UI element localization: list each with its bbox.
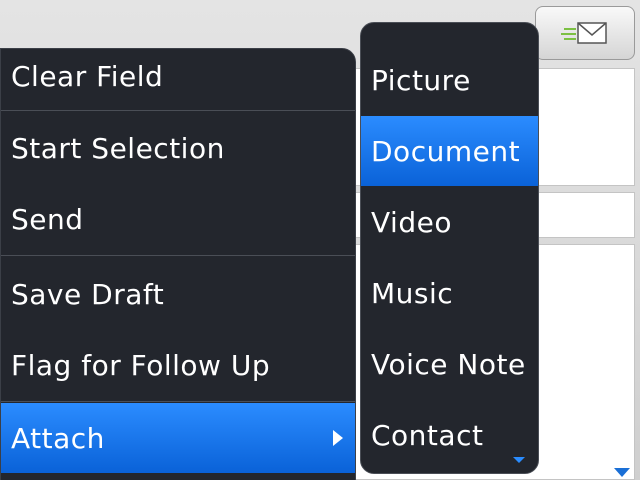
submenu-item-label: Music <box>371 276 454 310</box>
menu-item-label: Start Selection <box>11 131 225 165</box>
menu-divider <box>1 110 355 111</box>
compose-screen: Clear Field Start Selection Send Save Dr… <box>0 0 640 480</box>
menu-item-save-draft[interactable]: Save Draft <box>1 259 355 329</box>
submenu-item-video[interactable]: Video <box>361 187 538 257</box>
attach-submenu: Picture Document Video Music Voice Note … <box>360 22 539 474</box>
menu-item-label: Send <box>11 202 84 236</box>
menu-item-label: Save Draft <box>11 277 165 311</box>
context-menu: Clear Field Start Selection Send Save Dr… <box>0 48 356 480</box>
menu-item-label: Attach <box>11 421 105 455</box>
menu-item-send[interactable]: Send <box>1 184 355 254</box>
triangle-down-icon <box>513 457 525 463</box>
menu-item-clear-field[interactable]: Clear Field <box>1 49 355 111</box>
send-button[interactable] <box>535 6 635 60</box>
submenu-item-label: Picture <box>371 63 471 97</box>
submenu-item-picture[interactable]: Picture <box>361 45 538 115</box>
triangle-down-icon <box>614 468 630 477</box>
submenu-item-document[interactable]: Document <box>361 116 538 186</box>
envelope-send-icon <box>561 22 607 44</box>
submenu-item-contact[interactable]: Contact <box>361 400 538 470</box>
menu-item-label: Flag for Follow Up <box>11 348 271 382</box>
menu-item-flag-for-follow-up[interactable]: Flag for Follow Up <box>1 330 355 400</box>
submenu-item-voice-note[interactable]: Voice Note <box>361 329 538 399</box>
menu-divider <box>1 255 355 256</box>
submenu-item-label: Voice Note <box>371 347 526 381</box>
menu-item-start-selection[interactable]: Start Selection <box>1 113 355 183</box>
chevron-right-icon <box>333 430 343 446</box>
submenu-item-music[interactable]: Music <box>361 258 538 328</box>
submenu-item-label: Document <box>371 134 521 168</box>
menu-item-attach[interactable]: Attach <box>1 403 355 473</box>
menu-divider <box>1 401 355 402</box>
submenu-item-label: Contact <box>371 418 484 452</box>
menu-item-label: Clear Field <box>11 59 164 93</box>
submenu-item-label: Video <box>371 205 452 239</box>
